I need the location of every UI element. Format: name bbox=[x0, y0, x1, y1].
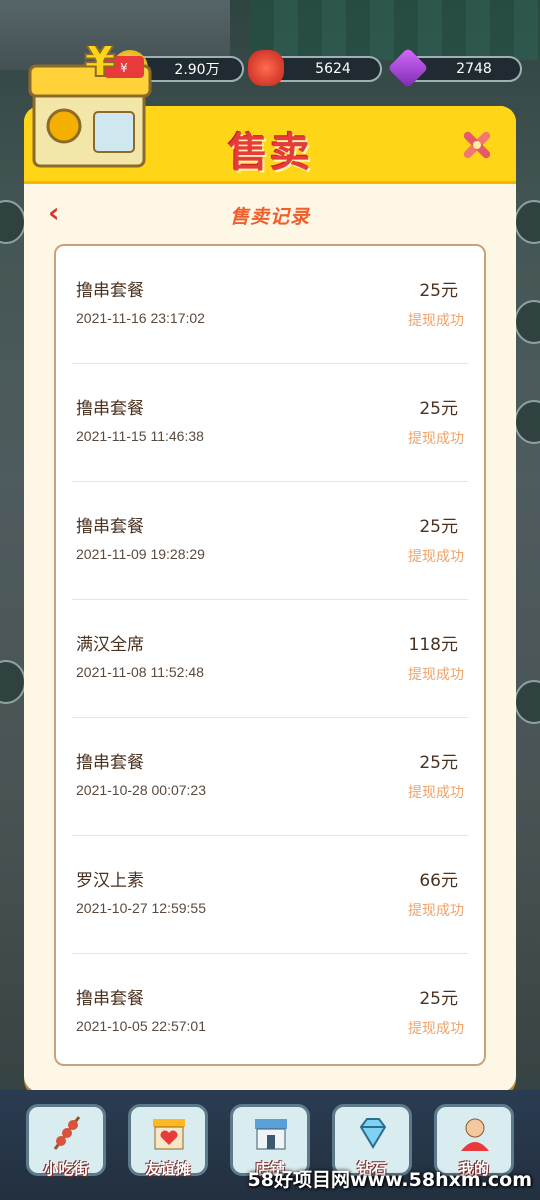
record-name: 撸串套餐 bbox=[76, 399, 144, 419]
skewer-icon bbox=[53, 1116, 81, 1150]
stall-heart-icon bbox=[153, 1119, 185, 1150]
record-amount: 25元 bbox=[419, 399, 458, 419]
record-amount: 25元 bbox=[419, 281, 458, 301]
record-row: 满汉全席 2021-11-08 11:52:48 118元 提现成功 bbox=[72, 600, 468, 718]
record-row: 撸串套餐 2021-10-05 22:57:01 25元 提现成功 bbox=[72, 954, 468, 1072]
sell-dialog: 售卖 ‹ 售卖记录 撸串套餐 2021-11-16 23:17:02 25元 提… bbox=[24, 106, 516, 1092]
record-row: 撸串套餐 2021-11-09 19:28:29 25元 提现成功 bbox=[72, 482, 468, 600]
record-amount: 25元 bbox=[419, 517, 458, 537]
nav-friend-stall[interactable]: 友谊摊 bbox=[128, 1104, 208, 1178]
record-amount: 25元 bbox=[419, 753, 458, 773]
svg-text:¥: ¥ bbox=[120, 61, 128, 75]
record-name: 满汉全席 bbox=[76, 635, 144, 655]
store-icon: ¥ ¥ bbox=[28, 46, 152, 168]
record-status: 提现成功 bbox=[408, 785, 464, 801]
lantern-value: 5624 bbox=[315, 61, 351, 77]
records-subtitle: 售卖记录 bbox=[229, 206, 310, 228]
shop-icon bbox=[255, 1119, 287, 1150]
lantern-icon bbox=[248, 50, 284, 86]
record-time: 2021-10-27 12:59:55 bbox=[76, 900, 206, 916]
record-time: 2021-11-15 11:46:38 bbox=[76, 428, 204, 444]
record-amount: 25元 bbox=[419, 989, 458, 1009]
record-name: 撸串套餐 bbox=[76, 281, 144, 301]
record-name: 撸串套餐 bbox=[76, 517, 144, 537]
record-name: 撸串套餐 bbox=[76, 753, 144, 773]
diamond-icon bbox=[359, 1118, 387, 1149]
svg-text:¥: ¥ bbox=[84, 46, 116, 87]
record-name: 罗汉上素 bbox=[76, 871, 144, 891]
record-row: 罗汉上素 2021-10-27 12:59:55 66元 提现成功 bbox=[72, 836, 468, 954]
record-status: 提现成功 bbox=[408, 431, 464, 447]
close-icon[interactable] bbox=[458, 126, 496, 164]
nav-label: 友谊摊 bbox=[145, 1160, 191, 1178]
watermark: 58好项目网www.58hxm.com bbox=[247, 1169, 532, 1191]
record-row: 撸串套餐 2021-11-16 23:17:02 25元 提现成功 bbox=[72, 246, 468, 364]
coin-value: 2.90万 bbox=[174, 62, 220, 78]
record-status: 提现成功 bbox=[408, 667, 464, 683]
record-time: 2021-11-16 23:17:02 bbox=[76, 310, 205, 326]
nav-snack-street[interactable]: 小吃街 bbox=[26, 1104, 106, 1178]
record-amount: 66元 bbox=[419, 871, 458, 891]
record-row: 撸串套餐 2021-11-15 11:46:38 25元 提现成功 bbox=[72, 364, 468, 482]
records-list[interactable]: 撸串套餐 2021-11-16 23:17:02 25元 提现成功 撸串套餐 2… bbox=[54, 244, 486, 1066]
record-amount: 118元 bbox=[408, 635, 458, 655]
record-status: 提现成功 bbox=[408, 313, 464, 329]
record-name: 撸串套餐 bbox=[76, 989, 144, 1009]
nav-label: 小吃街 bbox=[43, 1160, 89, 1178]
record-time: 2021-10-05 22:57:01 bbox=[76, 1018, 206, 1034]
profile-icon bbox=[461, 1118, 489, 1151]
gem-value: 2748 bbox=[456, 61, 492, 77]
record-time: 2021-11-09 19:28:29 bbox=[76, 546, 205, 562]
record-status: 提现成功 bbox=[408, 1021, 464, 1037]
record-time: 2021-10-28 00:07:23 bbox=[76, 782, 206, 798]
record-time: 2021-11-08 11:52:48 bbox=[76, 664, 204, 680]
record-row: 撸串套餐 2021-10-28 00:07:23 25元 提现成功 bbox=[72, 718, 468, 836]
record-status: 提现成功 bbox=[408, 549, 464, 565]
record-status: 提现成功 bbox=[408, 903, 464, 919]
